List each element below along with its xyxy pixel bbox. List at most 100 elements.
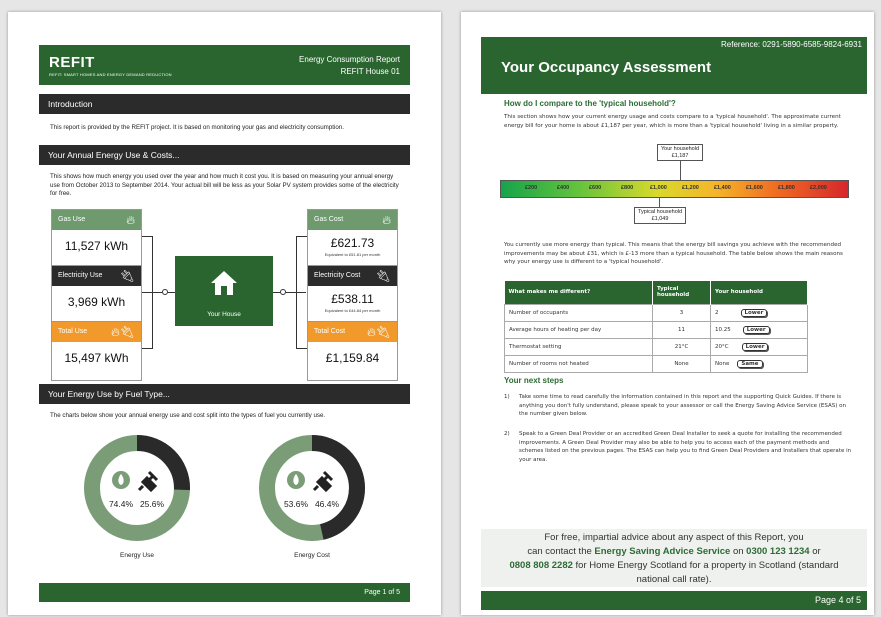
energy-cost-scale: £200 £400 £600 £800 £1,000 £1,200 £1,400… — [500, 180, 849, 198]
gas-cost-note: Equivalent to £51.81 per month — [324, 252, 381, 257]
assessment-header: Reference: 0291-5890-6585-9824-6931 Your… — [481, 37, 867, 94]
flame-icon: 🔥︎ — [382, 213, 391, 227]
energy-cost-donut: 53.6% 46.4% — [259, 435, 365, 541]
total-use-value: 15,497 kWh — [64, 351, 129, 365]
electricity-percent-label: 25.6% — [140, 499, 165, 509]
your-household-label: Your household — [661, 146, 700, 152]
refit-logo: REFIT — [49, 54, 95, 71]
total-cost-value: £1,159.84 — [325, 351, 380, 365]
gas-cost-box: Gas Cost 🔥︎ £621.73 Equivalent to £51.81 … — [307, 209, 398, 269]
advice-text: for Home Energy Scotland for a property … — [575, 560, 839, 571]
step-number: 2) — [504, 431, 510, 437]
total-use-box: Total Use 🔥︎🔌︎ 15,497 kWh — [51, 321, 142, 381]
advice-box: For free, impartial advice about any asp… — [481, 529, 867, 587]
electricity-percent-label: 46.4% — [315, 499, 340, 509]
electricity-cost-box: Electricity Cost 🔌︎ £538.11 Equivalent to… — [307, 265, 398, 325]
electricity-use-label: Electricity Use — [58, 272, 103, 279]
intro-text: This report is provided by the REFIT pro… — [50, 124, 344, 131]
esas-name: Energy Saving Advice Service — [594, 546, 731, 557]
table-header: Your household — [710, 281, 808, 304]
electricity-cost-label: Electricity Cost — [314, 272, 361, 279]
table-row: Thermostat setting 21°C 20°C Lower — [504, 337, 808, 356]
advice-text: on — [732, 546, 744, 557]
scale-tick: £2,000 — [810, 185, 827, 191]
your-value: 2 — [715, 309, 719, 316]
connector — [296, 348, 307, 349]
intro-heading: Introduction — [39, 94, 410, 114]
connector — [142, 348, 152, 349]
typical-value: 3 — [652, 303, 711, 322]
electricity-cost-note: Equivalent to £44.84 per month — [324, 308, 381, 313]
difference-table: What makes me different? Typical househo… — [504, 281, 808, 373]
scale-tick: £1,600 — [746, 185, 763, 191]
typical-value: 21°C — [652, 337, 711, 356]
step-text: Take some time to read carefully the inf… — [519, 394, 846, 417]
gas-use-label: Gas Use — [58, 216, 86, 223]
comparison-badge: Lower — [742, 325, 770, 334]
advice-line: For free, impartial advice about any asp… — [544, 532, 804, 543]
advice-text: or — [812, 546, 821, 557]
gas-use-box: Gas Use 🔥︎ 11,527 kWh — [51, 209, 142, 269]
your-cell: None Same — [710, 354, 808, 373]
report-header: REFIT REFIT: SMART HOMES AND ENERGY DEMA… — [39, 45, 410, 85]
scale-tick: £1,800 — [778, 185, 795, 191]
step-number: 1) — [504, 394, 510, 400]
advice-line: national call rate). — [636, 574, 712, 585]
table-header-row: What makes me different? Typical househo… — [504, 281, 808, 304]
report-subtitle: REFIT House 01 — [340, 67, 400, 76]
your-household-pointer — [680, 160, 681, 180]
reference-number: Reference: 0291-5890-6585-9824-6931 — [721, 40, 862, 49]
connector — [142, 236, 152, 237]
your-household-callout: Your household £1,187 — [657, 144, 704, 161]
scale-tick: £1,200 — [682, 185, 699, 191]
typical-household-callout: Typical household £1,049 — [634, 207, 687, 224]
typical-household-value: £1,049 — [651, 215, 669, 222]
your-house-tile: Your House — [175, 256, 273, 326]
row-label: Average hours of heating per day — [504, 320, 653, 339]
gas-cost-value: £621.73 — [330, 236, 375, 250]
row-label: Thermostat setting — [504, 337, 653, 356]
your-value: 20°C — [715, 343, 729, 350]
scale-tick: £200 — [525, 185, 538, 191]
your-value: 10.25 — [715, 326, 731, 333]
flame-icon: 🔥︎ — [126, 213, 135, 227]
your-value: None — [715, 360, 730, 367]
row-label: Number of rooms not heated — [504, 354, 653, 373]
table-row: Number of rooms not heated None None Same — [504, 354, 808, 373]
report-title: Energy Consumption Report — [299, 55, 400, 64]
gas-percent-label: 74.4% — [109, 499, 134, 509]
connector — [168, 292, 175, 293]
scale-tick: £800 — [621, 185, 634, 191]
flame-plug-icon: 🔥︎🔌︎ — [110, 325, 135, 339]
advice-line: 0808 808 2282 for Home Energy Scotland f… — [481, 559, 867, 573]
scale-tick: £600 — [589, 185, 602, 191]
logo-subtitle: REFIT: SMART HOMES AND ENERGY DEMAND RED… — [49, 72, 172, 77]
table-header: What makes me different? — [504, 281, 653, 304]
compare-text: This section shows how your current ener… — [504, 114, 841, 129]
annual-heading: Your Annual Energy Use & Costs... — [39, 145, 410, 165]
annual-text: This shows how much energy you used over… — [50, 173, 399, 197]
advice-text: can contact the — [527, 546, 592, 557]
your-cell: 10.25 Lower — [710, 320, 808, 339]
plug-icon: 🔌︎ — [119, 269, 135, 283]
your-cell: 2 Lower — [710, 303, 808, 322]
gas-use-value: 11,527 kWh — [64, 239, 129, 253]
flame-plug-icon: 🔥︎🔌︎ — [366, 325, 391, 339]
next-step-1: 1) Take some time to read carefully the … — [504, 393, 854, 419]
gas-percent-label: 53.6% — [284, 499, 309, 509]
comparison-badge: Same — [737, 359, 763, 368]
total-use-label: Total Use — [58, 328, 88, 335]
plug-icon: 🔌︎ — [375, 269, 391, 283]
energy-use-donut: 74.4% 25.6% — [84, 435, 190, 541]
report-page-4: Reference: 0291-5890-6585-9824-6931 Your… — [461, 12, 874, 615]
fuel-heading: Your Energy Use by Fuel Type... — [39, 384, 410, 404]
page-title: Your Occupancy Assessment — [501, 59, 712, 76]
compare-heading: How do I compare to the 'typical househo… — [504, 99, 676, 108]
scotland-phone: 0808 808 2282 — [509, 560, 573, 571]
connector — [273, 292, 280, 293]
plug-icon — [137, 470, 159, 493]
energy-use-donut-label: Energy Use — [120, 552, 154, 559]
table-header: Typical household — [652, 281, 711, 304]
step-text: Speak to a Green Deal Provider or an acc… — [519, 431, 852, 463]
connector — [296, 236, 297, 349]
